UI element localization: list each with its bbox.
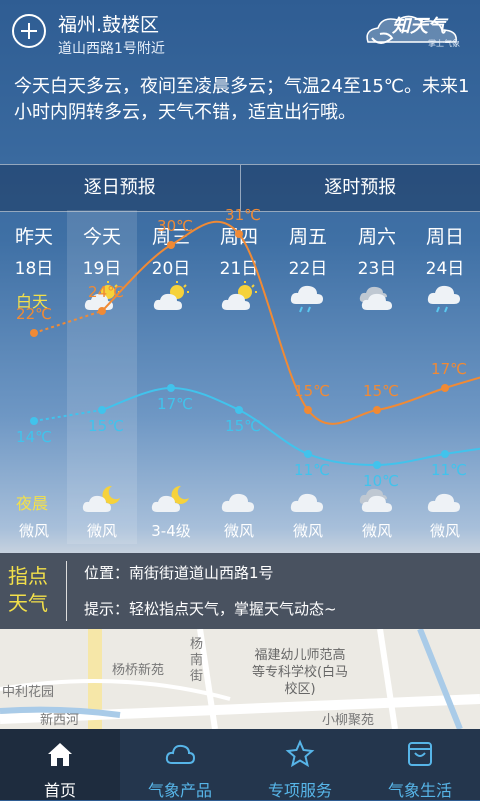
nav-services-label: 专项服务 xyxy=(240,777,360,801)
low-temp-label: 11℃ xyxy=(431,461,467,479)
high-temp-point xyxy=(373,406,381,414)
low-temp-point xyxy=(167,384,175,392)
nav-products[interactable]: 气象产品 xyxy=(120,729,240,800)
low-temp-point xyxy=(373,461,381,469)
tip-title: 指点天气 xyxy=(8,563,56,617)
tip-divider xyxy=(66,561,67,621)
map-label: 新西河 xyxy=(40,709,79,728)
map-label: 中利花园 xyxy=(2,681,54,700)
high-temp-line xyxy=(102,222,480,424)
low-temp-label: 11℃ xyxy=(294,461,330,479)
cloud-icon xyxy=(165,739,195,769)
bag-icon xyxy=(405,739,435,769)
high-temp-point xyxy=(167,241,175,249)
low-temp-point xyxy=(30,417,38,425)
high-temp-label: 15℃ xyxy=(363,382,399,400)
high-temp-point xyxy=(98,307,106,315)
high-temp-point xyxy=(235,230,243,238)
low-temp-point xyxy=(98,406,106,414)
map-view[interactable]: 杨桥新苑 杨南街 中利花园 新西河 福建幼儿师范高等专科学校(白马校区) 小柳聚… xyxy=(0,629,480,729)
nav-services[interactable]: 专项服务 xyxy=(240,729,360,800)
high-temp-label: 31℃ xyxy=(225,206,261,224)
bottom-nav: 首页 气象产品 专项服务 气象生活 xyxy=(0,729,480,800)
high-temp-point xyxy=(30,329,38,337)
map-school-label: 福建幼儿师范高等专科学校(白马校区) xyxy=(250,647,350,698)
low-temp-label: 15℃ xyxy=(88,417,124,435)
nav-products-label: 气象产品 xyxy=(120,777,240,801)
low-temp-label: 10℃ xyxy=(363,472,399,490)
map-label: 杨桥新苑 xyxy=(112,659,164,678)
high-temp-label: 30℃ xyxy=(157,217,193,235)
high-temp-label: 24℃ xyxy=(88,283,124,301)
star-icon xyxy=(285,739,315,769)
map-label: 小柳聚苑 xyxy=(322,709,374,728)
nav-home[interactable]: 首页 xyxy=(0,729,120,800)
nav-life[interactable]: 气象生活 xyxy=(360,729,480,800)
low-temp-label: 14℃ xyxy=(16,428,52,446)
high-temp-point xyxy=(304,406,312,414)
low-temp-label: 15℃ xyxy=(225,417,261,435)
high-temp-label: 17℃ xyxy=(431,360,467,378)
low-temp-point xyxy=(441,450,449,458)
high-temp-label: 15℃ xyxy=(294,382,330,400)
high-temp-point xyxy=(441,384,449,392)
home-icon xyxy=(45,739,75,769)
low-temp-point xyxy=(304,450,312,458)
tip-bar[interactable]: 指点天气 位置：南街街道道山西路1号 提示：轻松指点天气，掌握天气动态~ xyxy=(0,553,480,629)
tip-hint: 提示：轻松指点天气，掌握天气动态~ xyxy=(84,598,337,619)
nav-home-label: 首页 xyxy=(0,777,120,801)
low-temp-point xyxy=(235,406,243,414)
map-label: 杨南街 xyxy=(190,637,204,685)
high-temp-label: 22℃ xyxy=(16,305,52,323)
tip-location: 位置：南街街道道山西路1号 xyxy=(84,562,274,583)
nav-life-label: 气象生活 xyxy=(360,777,480,801)
low-temp-label: 17℃ xyxy=(157,395,193,413)
